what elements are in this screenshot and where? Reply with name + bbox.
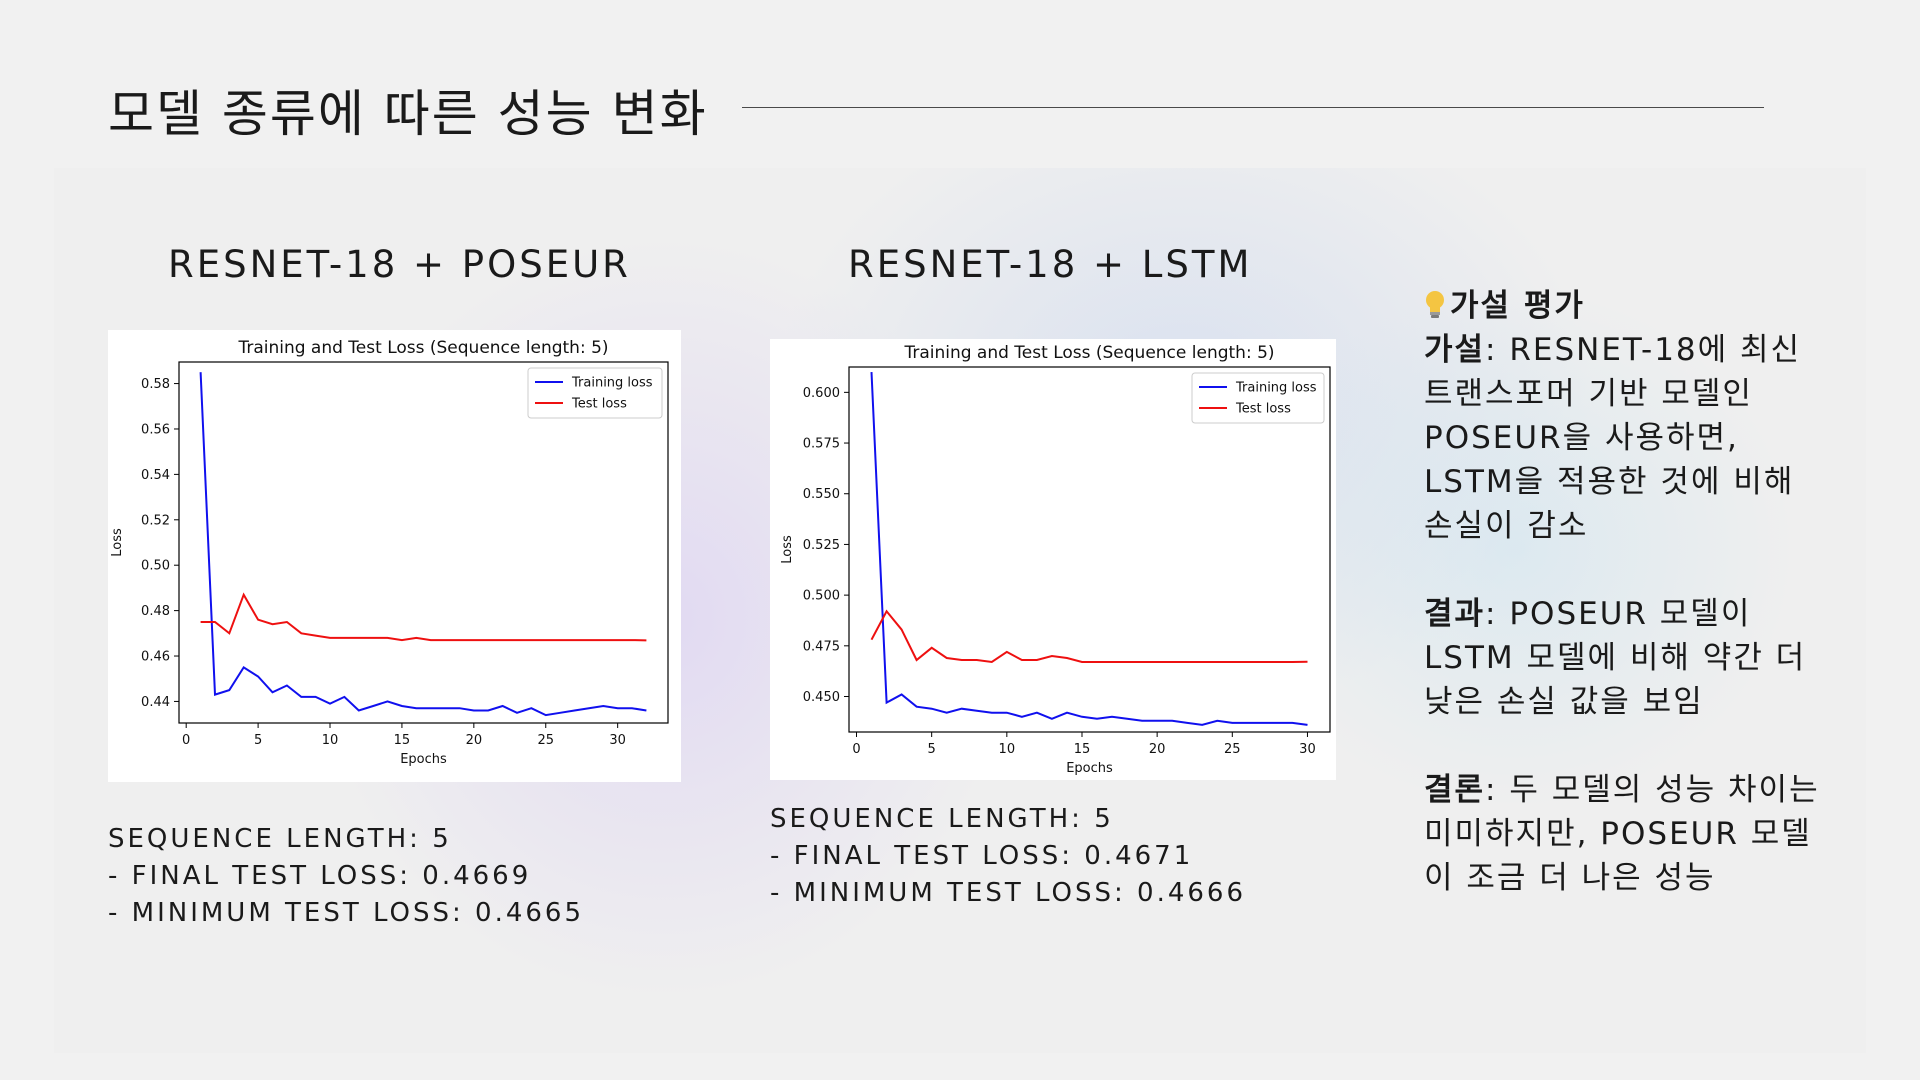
hypothesis-paragraph: 가설: RESNET-18에 최신 트랜스포머 기반 모델인 POSEUR을 사… [1424,328,1834,548]
lstm-loss-chart: Training and Test Loss (Sequence length:… [770,339,1336,780]
test-loss-line [200,592,647,642]
x-tick-label: 5 [928,742,936,757]
x-axis-label: Epochs [400,752,447,767]
legend-label: Test loss [571,397,627,412]
y-axis-label: Loss [110,528,125,557]
lstm-stats: SEQUENCE LENGTH: 5 - FINAL TEST LOSS: 0.… [770,801,1246,912]
y-tick-label: 0.450 [803,690,840,705]
title-divider [742,107,1764,108]
lstm-chart-heading: RESNET-18 + LSTM [848,243,1253,286]
x-tick-label: 25 [1224,742,1241,757]
y-tick-label: 0.52 [141,513,170,528]
y-tick-label: 0.600 [803,386,840,401]
x-tick-label: 15 [394,733,411,748]
result-paragraph: 결과: POSEUR 모델이 LSTM 모델에 비해 약간 더 낮은 손실 값을… [1424,592,1834,724]
legend-label: Training loss [1235,381,1317,396]
test-loss-line [870,609,1308,664]
lstm-stat-final-test-loss: - FINAL TEST LOSS: 0.4671 [770,841,1194,871]
conclusion-label: 결론 [1424,772,1486,808]
y-tick-label: 0.475 [803,639,840,654]
hypothesis-heading-text: 가설 평가 [1450,288,1585,324]
chart-title: Training and Test Loss (Sequence length:… [903,343,1274,363]
y-tick-label: 0.54 [141,468,170,483]
slide-title: 모델 종류에 따른 성능 변화 [108,85,708,143]
y-tick-label: 0.525 [803,538,840,553]
training-loss-line [870,372,1308,726]
poseur-stat-minimum-test-loss: - MINIMUM TEST LOSS: 0.4665 [108,898,585,928]
chart-title: Training and Test Loss (Sequence length:… [237,338,608,358]
poseur-stats: SEQUENCE LENGTH: 5 - FINAL TEST LOSS: 0.… [108,821,584,932]
poseur-chart-heading: RESNET-18 + POSEUR [168,243,631,286]
x-tick-label: 30 [1299,742,1316,757]
poseur-loss-chart-svg: Training and Test Loss (Sequence length:… [110,338,669,767]
poseur-stat-sequence-length: SEQUENCE LENGTH: 5 [108,824,452,854]
y-axis-label: Loss [780,535,795,564]
y-tick-label: 0.550 [803,487,840,502]
x-tick-label: 20 [466,733,483,748]
hypothesis-evaluation: 가설 평가 가설: RESNET-18에 최신 트랜스포머 기반 모델인 POS… [1424,284,1834,944]
y-tick-label: 0.56 [141,422,170,437]
poseur-loss-chart: Training and Test Loss (Sequence length:… [108,330,681,782]
x-axis-label: Epochs [1066,761,1113,776]
y-tick-label: 0.50 [141,559,170,574]
x-tick-label: 10 [999,742,1016,757]
x-tick-label: 5 [254,733,262,748]
result-label: 결과 [1424,596,1486,632]
x-tick-label: 0 [852,742,860,757]
lightbulb-icon [1426,291,1444,318]
lstm-loss-chart-svg: Training and Test Loss (Sequence length:… [780,343,1331,776]
y-tick-label: 0.58 [141,377,170,392]
x-tick-label: 25 [537,733,554,748]
y-tick-label: 0.575 [803,437,840,452]
x-tick-label: 10 [322,733,339,748]
x-tick-label: 30 [609,733,626,748]
lstm-stat-sequence-length: SEQUENCE LENGTH: 5 [770,804,1114,834]
y-tick-label: 0.46 [141,650,170,665]
poseur-stat-final-test-loss: - FINAL TEST LOSS: 0.4669 [108,861,532,891]
y-tick-label: 0.44 [141,695,170,710]
training-loss-line [199,372,647,717]
lstm-stat-minimum-test-loss: - MINIMUM TEST LOSS: 0.4666 [770,878,1247,908]
x-tick-label: 20 [1149,742,1166,757]
hypothesis-heading: 가설 평가 [1424,284,1834,328]
hypothesis-label: 가설 [1424,332,1486,368]
y-tick-label: 0.48 [141,604,170,619]
legend-label: Test loss [1235,402,1291,417]
legend-label: Training loss [571,376,653,391]
y-tick-label: 0.500 [803,589,840,604]
x-tick-label: 0 [182,733,190,748]
conclusion-paragraph: 결론: 두 모델의 성능 차이는 미미하지만, POSEUR 모델이 조금 더 … [1424,768,1834,900]
x-tick-label: 15 [1074,742,1091,757]
